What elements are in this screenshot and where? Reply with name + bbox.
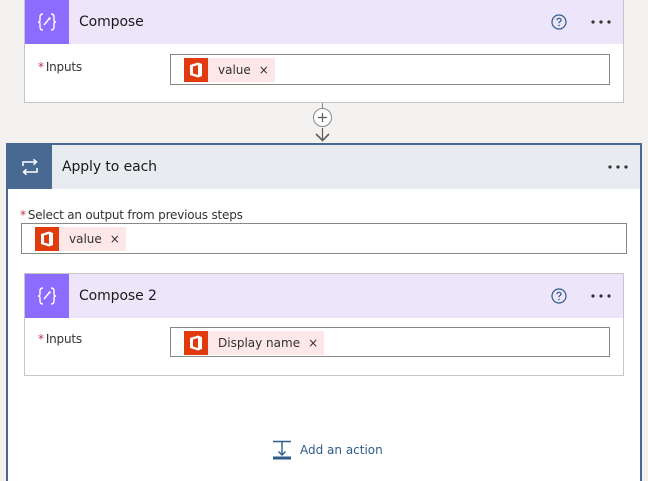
apply-to-each-title: Apply to each [62, 159, 157, 175]
compose-card-title: Compose [79, 14, 144, 30]
dynamic-content-token[interactable]: value × [35, 227, 126, 251]
question-circle-icon[interactable] [551, 288, 567, 304]
compose-2-card-header[interactable]: Compose 2 [25, 274, 623, 318]
inputs-field[interactable]: value × [170, 54, 610, 85]
ellipsis-icon[interactable] [589, 288, 613, 304]
apply-to-each-header[interactable]: Apply to each [8, 145, 640, 189]
token-label: Display name [218, 336, 301, 350]
question-circle-icon[interactable] [551, 14, 567, 30]
dynamic-content-token[interactable]: value × [184, 58, 275, 82]
remove-token-icon[interactable]: × [259, 63, 269, 77]
dynamic-content-token[interactable]: Display name × [184, 331, 325, 355]
ellipsis-icon[interactable] [606, 159, 630, 175]
select-output-field[interactable]: value × [21, 223, 627, 254]
loop-arrows-icon [8, 145, 52, 189]
token-label: value [218, 63, 251, 77]
inputs-label: * Inputs [38, 60, 82, 74]
required-asterisk: * [38, 60, 44, 74]
add-action-label: Add an action [300, 443, 383, 457]
arrow-down-icon [315, 128, 330, 142]
compose-2-card: Compose 2 * Inputs Display name × [24, 273, 624, 376]
token-label: value [69, 232, 102, 246]
inputs-field[interactable]: Display name × [170, 327, 610, 357]
remove-token-icon[interactable]: × [110, 232, 120, 246]
add-action-button[interactable]: Add an action [272, 440, 383, 460]
compose-2-card-title: Compose 2 [79, 288, 157, 304]
office-logo-icon [35, 227, 59, 251]
required-asterisk: * [38, 332, 44, 346]
office-logo-icon [184, 331, 208, 355]
insert-action-icon [273, 440, 291, 460]
compose-card-header[interactable]: Compose [25, 0, 623, 44]
curly-braces-icon [25, 0, 69, 44]
plus-icon[interactable] [313, 108, 332, 127]
required-asterisk: * [20, 208, 26, 222]
inputs-label: * Inputs [38, 332, 82, 346]
compose-card: Compose * Inputs value × [24, 0, 624, 103]
curly-braces-icon [25, 274, 69, 318]
ellipsis-icon[interactable] [589, 14, 613, 30]
office-logo-icon [184, 58, 208, 82]
remove-token-icon[interactable]: × [308, 336, 318, 350]
select-output-label: * Select an output from previous steps [20, 208, 243, 222]
